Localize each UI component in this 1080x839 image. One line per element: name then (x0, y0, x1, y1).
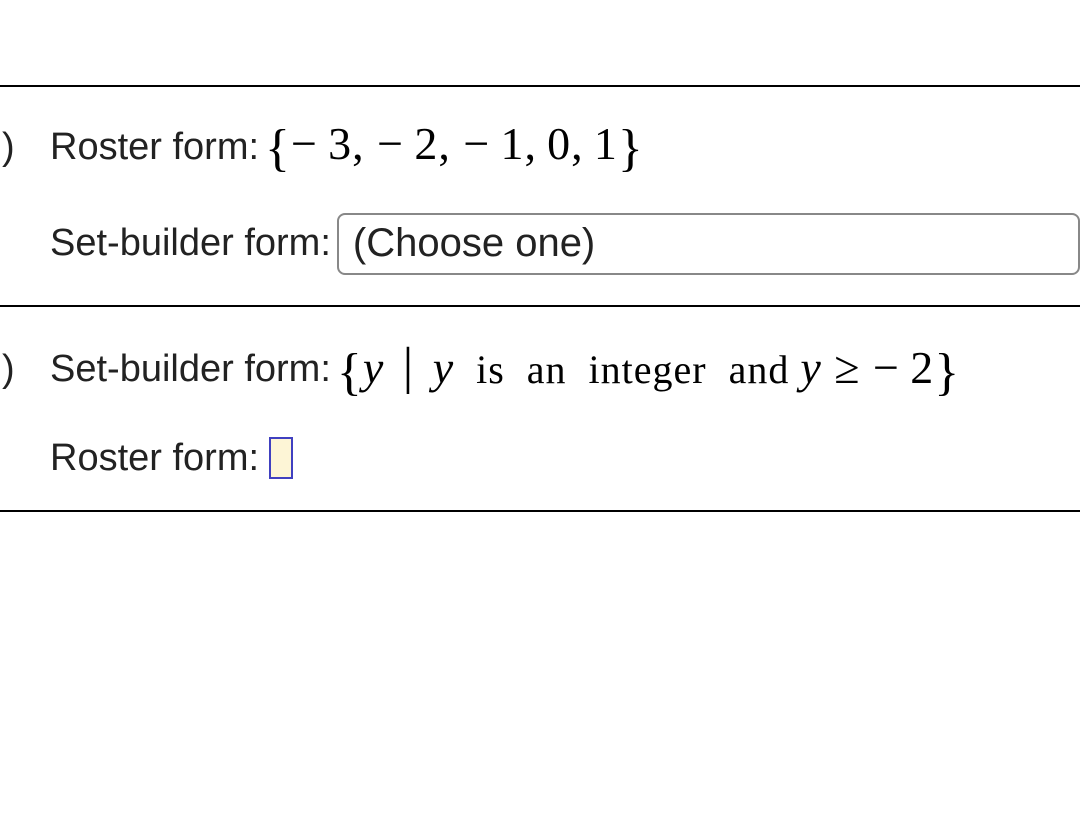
part-b-section: ) Set-builder form: {y | y is an integer… (0, 305, 1080, 512)
condition-text: is an integer and (454, 347, 800, 392)
part-b-marker: ) (0, 348, 50, 391)
roster-label: Roster form: (50, 126, 259, 169)
top-spacer (0, 0, 1080, 85)
open-brace: { (337, 344, 363, 401)
dropdown-placeholder: (Choose one) (353, 221, 595, 266)
setbuilder-label-b: Set-builder form: (50, 348, 331, 391)
roster-label-b: Roster form: (50, 437, 259, 480)
geq-condition: ≥ − 2 (822, 342, 934, 393)
setbuilder-dropdown[interactable]: (Choose one) (337, 213, 1080, 275)
var-y-2: y (433, 342, 454, 393)
var-y-1: y (363, 342, 384, 393)
setbuilder-expression: {y | y is an integer and y ≥ − 2} (337, 337, 960, 402)
part-b-setbuilder-row: ) Set-builder form: {y | y is an integer… (0, 337, 1080, 402)
such-that-pipe: | (397, 338, 420, 395)
worksheet-container: ) Roster form: {− 3, − 2, − 1, 0, 1} Set… (0, 0, 1080, 839)
var-y-3: y (800, 342, 821, 393)
part-a-roster-row: ) Roster form: {− 3, − 2, − 1, 0, 1} (0, 117, 1080, 178)
part-a-setbuilder-row: Set-builder form: (Choose one) (0, 213, 1080, 275)
roster-input-box[interactable] (269, 437, 293, 479)
part-a-section: ) Roster form: {− 3, − 2, − 1, 0, 1} Set… (0, 85, 1080, 305)
setbuilder-label: Set-builder form: (50, 222, 331, 265)
roster-set-value: {− 3, − 2, − 1, 0, 1} (265, 117, 644, 178)
part-b-roster-row: Roster form: (0, 437, 1080, 480)
close-brace: } (934, 344, 960, 401)
part-a-marker: ) (0, 126, 50, 169)
